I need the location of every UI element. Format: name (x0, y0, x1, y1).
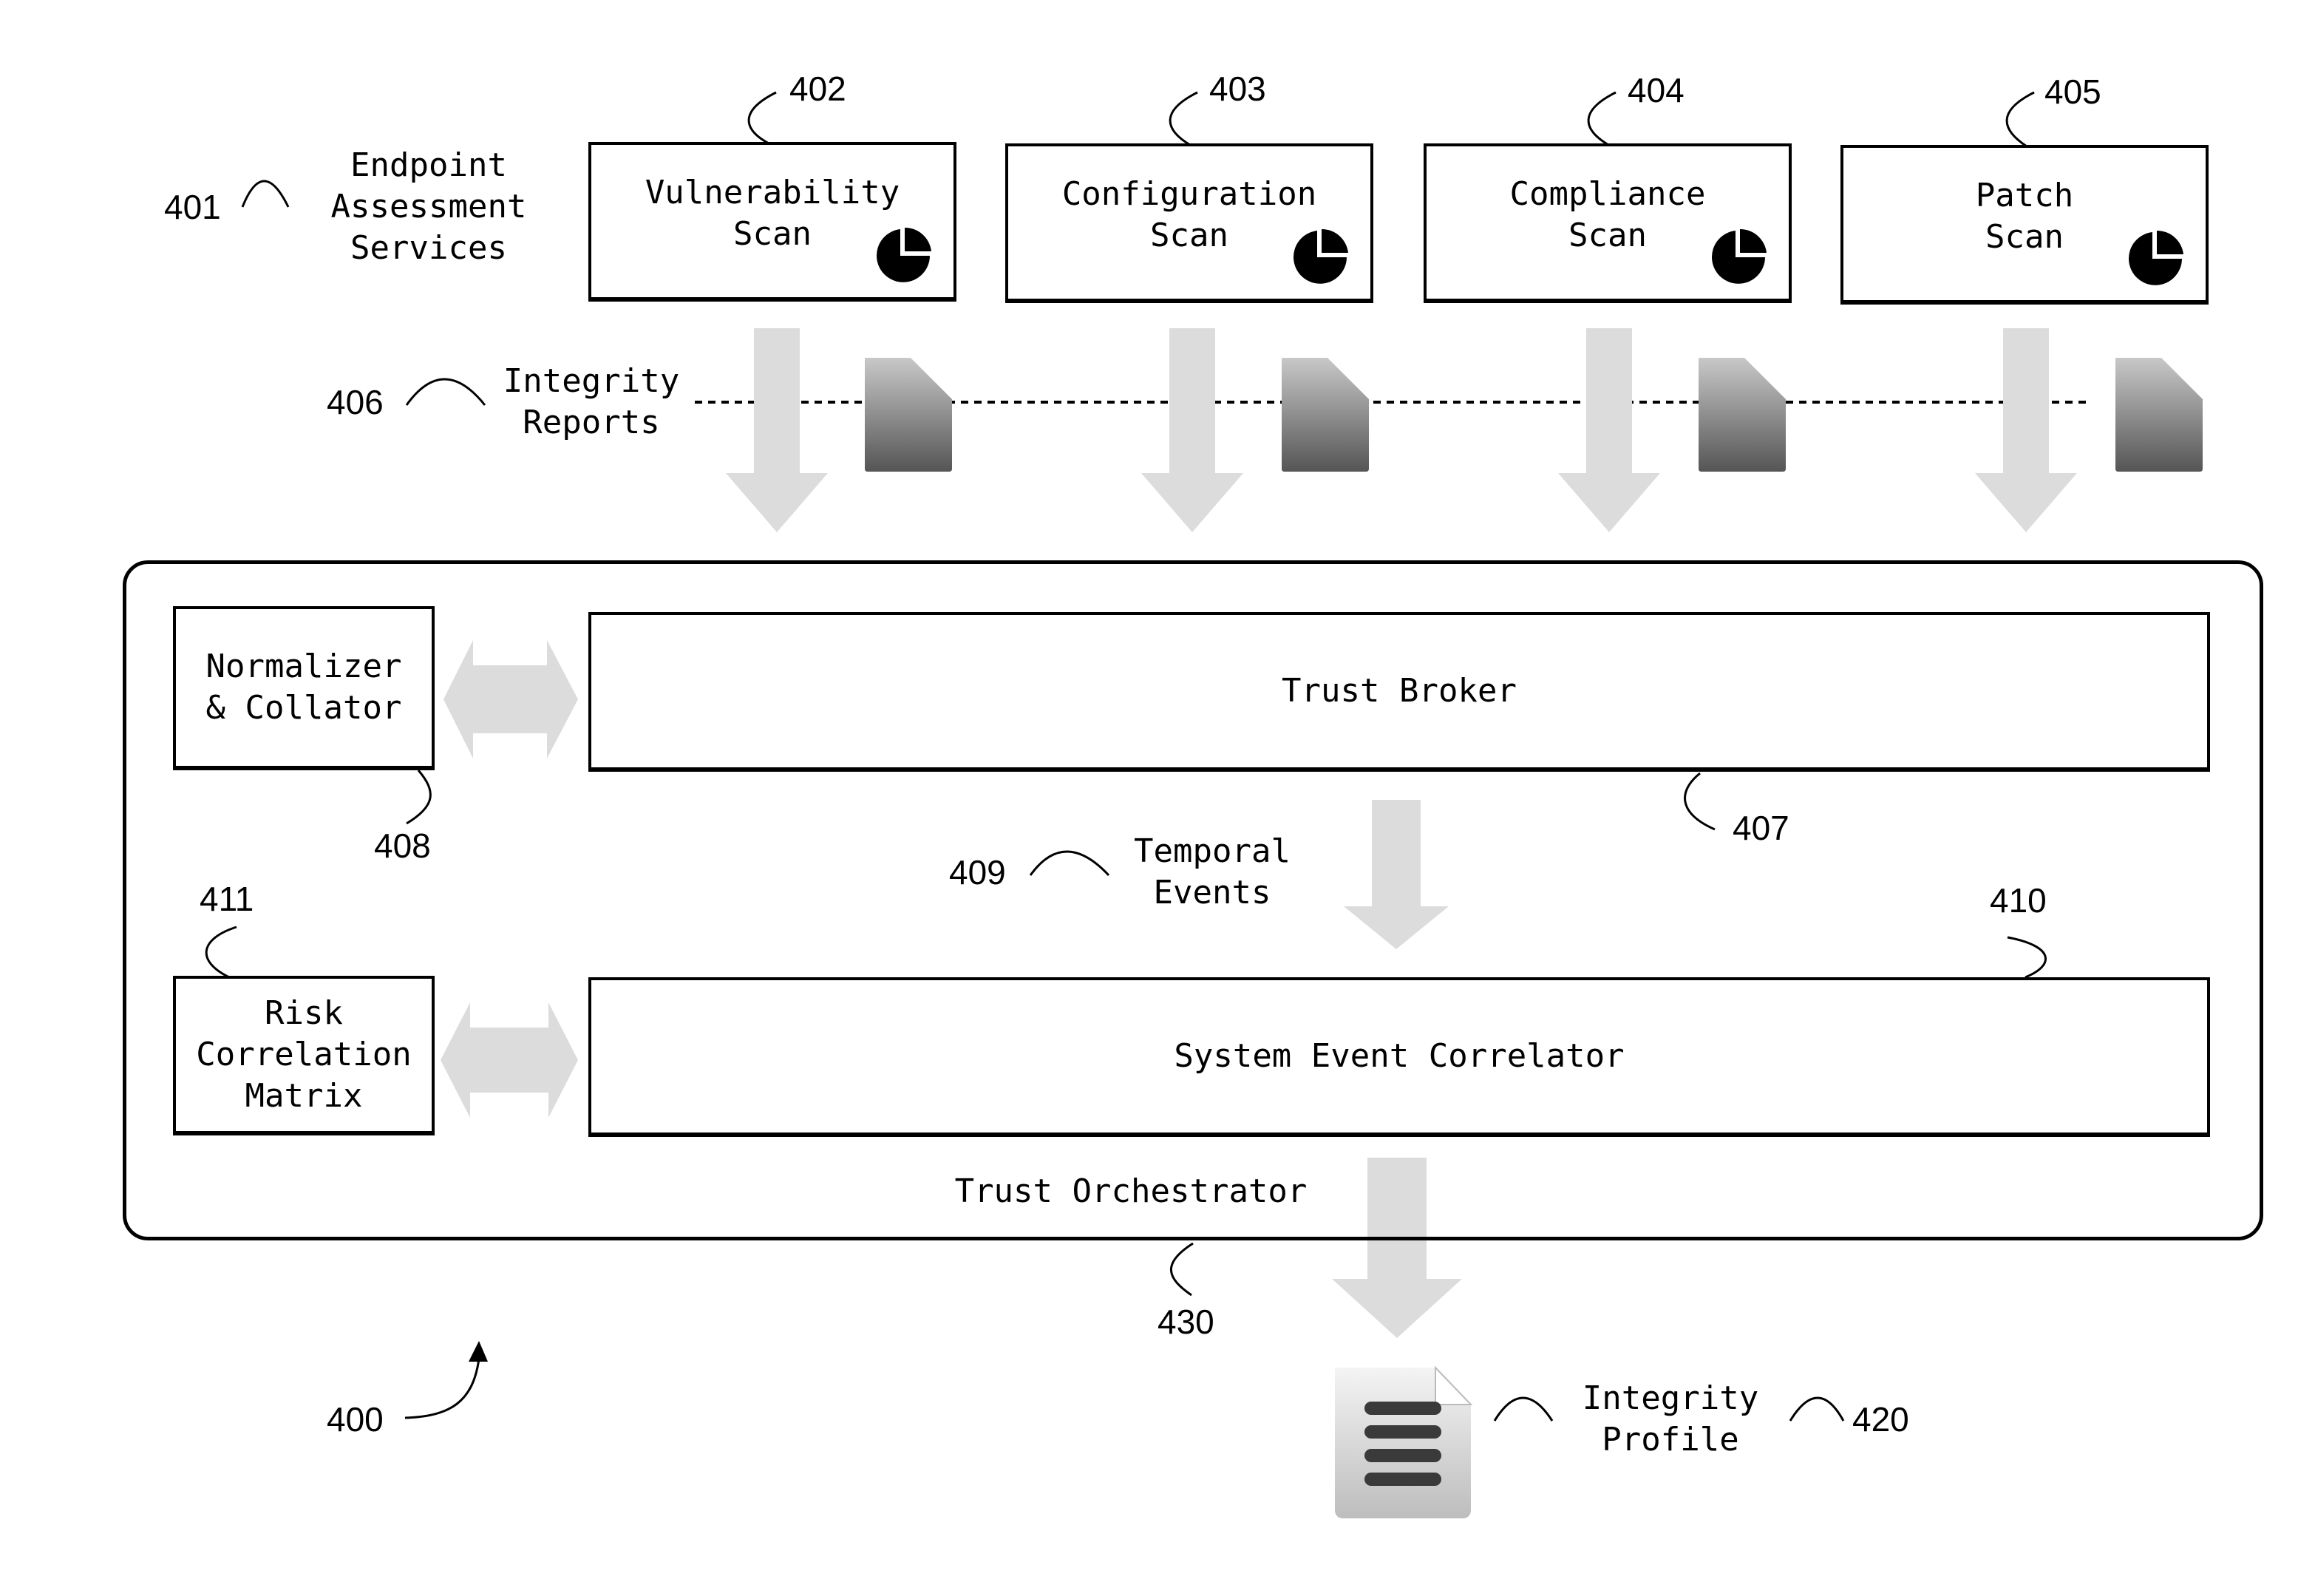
leader-line-402 (747, 91, 777, 145)
ref-409: 409 (949, 853, 1006, 892)
ref-403: 403 (1209, 69, 1266, 108)
ref-406: 406 (327, 383, 384, 421)
down-arrow-404 (1558, 328, 1660, 532)
system-event-correlator-box[interactable]: System Event Correlator (588, 977, 2210, 1137)
vulnerability-scan-box[interactable]: Vulnerability Scan (588, 142, 956, 302)
leader-arc-profile-left (1493, 1396, 1554, 1422)
pie-chart-icon (1294, 228, 1348, 284)
leader-arc-406 (405, 378, 486, 406)
document-icon (865, 358, 952, 472)
ref-408: 408 (374, 826, 431, 865)
leader-arc-420 (1789, 1396, 1845, 1422)
ref-430: 430 (1158, 1303, 1214, 1341)
leader-line-403 (1169, 91, 1198, 146)
report-documents (865, 358, 2203, 472)
leader-line-430 (1169, 1242, 1194, 1297)
document-icon (1699, 358, 1786, 472)
trust-orchestrator-label: Trust Orchestrator (954, 1172, 1308, 1210)
ref-411: 411 (200, 880, 254, 918)
figure-ref-arrow (404, 1358, 480, 1419)
integrity-reports-label: Integrity Reports (503, 362, 680, 441)
leader-line-405 (2005, 91, 2035, 148)
down-arrow-403 (1141, 328, 1243, 532)
leader-arc-401 (241, 180, 290, 208)
trust-broker-label: Trust Broker (1282, 672, 1517, 710)
integrity-profile-label: Integrity Profile (1582, 1379, 1759, 1459)
normalizer-collator-box[interactable]: Normalizer & Collator (173, 606, 435, 770)
risk-correlation-matrix-box[interactable]: Risk Correlation Matrix (173, 976, 435, 1135)
trust-broker-box[interactable]: Trust Broker (588, 612, 2210, 772)
assessment-services-label: Endpoint Assessment Services (330, 146, 527, 267)
patch-scan-label: Patch Scan (1975, 177, 2074, 256)
pie-chart-icon (877, 227, 931, 282)
pie-chart-icon (1712, 228, 1767, 284)
ref-420: 420 (1852, 1400, 1909, 1439)
ref-410: 410 (1990, 881, 2047, 920)
down-arrow-405 (1975, 328, 2077, 532)
figure-ref-arrowhead (469, 1341, 488, 1362)
ref-401: 401 (164, 188, 221, 226)
down-arrow-402 (726, 328, 828, 532)
configuration-scan-label: Configuration Scan (1061, 175, 1317, 254)
normalizer-collator-label: Normalizer & Collator (205, 648, 402, 727)
profile-document-icon (1335, 1365, 1473, 1518)
leader-line-404 (1587, 91, 1617, 146)
configuration-scan-box[interactable]: Configuration Scan (1005, 143, 1373, 303)
compliance-scan-box[interactable]: Compliance Scan (1424, 143, 1792, 303)
ref-405: 405 (2044, 72, 2101, 111)
figure-ref-400: 400 (327, 1400, 384, 1439)
ref-407: 407 (1733, 809, 1789, 847)
risk-correlation-matrix-label: Risk Correlation Matrix (196, 994, 412, 1115)
vulnerability-scan-label: Vulnerability Scan (645, 174, 900, 253)
ref-404: 404 (1628, 71, 1685, 109)
temporal-events-label: Temporal Events (1134, 832, 1291, 911)
scan-arrows (726, 328, 2077, 532)
pie-chart-icon (2129, 230, 2183, 285)
document-icon (1282, 358, 1369, 472)
ref-402: 402 (789, 69, 846, 108)
compliance-scan-label: Compliance Scan (1509, 175, 1706, 254)
patch-scan-box[interactable]: Patch Scan (1840, 145, 2209, 305)
document-icon (2115, 358, 2203, 472)
system-event-correlator-label: System Event Correlator (1174, 1037, 1625, 1075)
